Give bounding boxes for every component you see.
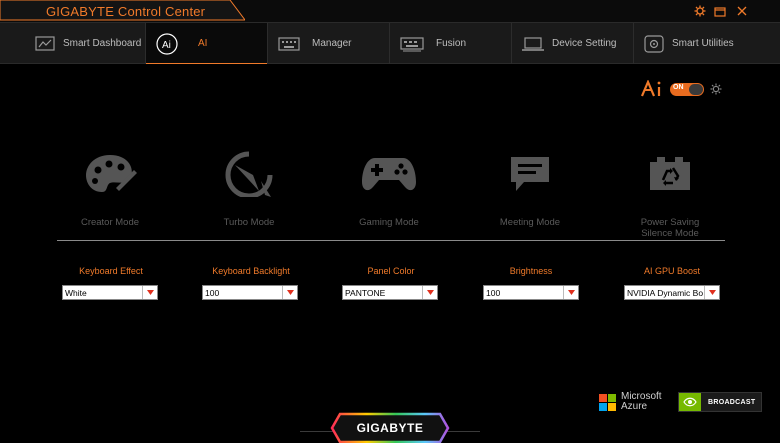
azure-text: Azure [621, 401, 648, 412]
title-bar: GIGABYTE Control Center [0, 0, 780, 22]
ai-icon: Ai [156, 32, 178, 55]
chat-icon [460, 152, 600, 196]
setting-keyboard-effect: Keyboard Effect White [31, 266, 191, 300]
mode-meeting[interactable]: Meeting Mode [460, 152, 600, 228]
svg-text:Ai: Ai [162, 40, 171, 51]
keyboard-effect-select[interactable]: White [62, 285, 158, 300]
microsoft-windows-icon [599, 393, 616, 411]
dropdown-arrow-icon [704, 286, 719, 299]
toggle-state-text: ON [673, 83, 684, 91]
tab-device-setting[interactable]: Device Setting [512, 23, 634, 64]
gigabyte-badge: GIGABYTE [330, 412, 450, 443]
tab-smart-utilities[interactable]: Smart Utilities [634, 23, 780, 64]
tab-label: Manager [312, 38, 352, 49]
restore-window-icon[interactable] [712, 3, 728, 19]
select-value: 100 [486, 288, 501, 298]
toggle-knob [689, 83, 703, 95]
broadcast-text: BROADCAST [708, 398, 756, 406]
utilities-icon [644, 34, 664, 53]
laptop-icon [522, 36, 544, 52]
tab-label: Fusion [436, 38, 467, 49]
section-divider [57, 240, 725, 241]
ai-toggle-switch[interactable]: ON [670, 82, 704, 96]
dropdown-arrow-icon [563, 286, 578, 299]
tab-fusion[interactable]: Fusion [390, 23, 512, 64]
battery-recycle-icon [600, 152, 740, 196]
setting-brightness: Brightness 100 [451, 266, 611, 300]
select-value: 100 [205, 288, 220, 298]
mode-gaming[interactable]: Gaming Mode [319, 152, 459, 228]
setting-label: Keyboard Backlight [212, 266, 290, 276]
app-title: GIGABYTE Control Center [46, 4, 206, 19]
tab-manager[interactable]: Manager [268, 23, 390, 64]
select-value: PANTONE [345, 288, 386, 298]
ai-settings-gear-icon[interactable] [710, 83, 722, 95]
settings-gear-icon[interactable] [692, 3, 708, 19]
ai-panel: ON Creator Mode Turbo Mode Gaming Mode M… [0, 64, 780, 443]
select-value: NVIDIA Dynamic Boost [627, 288, 703, 298]
setting-label: Panel Color [367, 266, 415, 276]
tab-label: Device Setting [552, 38, 617, 49]
select-value: White [65, 288, 87, 298]
nvidia-eye-icon [679, 393, 701, 411]
tab-label: Smart Utilities [672, 38, 734, 49]
dropdown-arrow-icon [422, 286, 437, 299]
tab-label: Smart Dashboard [63, 38, 142, 49]
dropdown-arrow-icon [142, 286, 157, 299]
microsoft-azure-logo: Microsoft Azure [599, 392, 662, 412]
panel-color-select[interactable]: PANTONE [342, 285, 438, 300]
brightness-select[interactable]: 100 [483, 285, 579, 300]
tab-smart-dashboard[interactable]: Smart Dashboard [25, 23, 146, 64]
dashboard-icon [35, 35, 55, 52]
ai-gpu-boost-select[interactable]: NVIDIA Dynamic Boost [624, 285, 720, 300]
ai-switch-group: ON [640, 80, 722, 98]
setting-panel-color: Panel Color PANTONE [311, 266, 471, 300]
mode-power-saving[interactable]: Power Saving Silence Mode [600, 152, 740, 239]
rgb-keyboard-icon [400, 36, 424, 52]
keyboard-backlight-select[interactable]: 100 [202, 285, 298, 300]
setting-ai-gpu-boost: AI GPU Boost NVIDIA Dynamic Boost [592, 266, 752, 300]
mode-label: Power Saving Silence Mode [640, 217, 700, 239]
nvidia-broadcast-logo: BROADCAST [678, 392, 762, 412]
palette-icon [40, 152, 180, 196]
mode-label: Gaming Mode [359, 217, 419, 228]
main-tab-bar: Smart Dashboard Ai AI Manager Fusion Dev… [0, 22, 780, 65]
tab-label: AI [198, 38, 208, 49]
speedometer-icon [179, 151, 319, 197]
gigabyte-brand: GIGABYTE [356, 421, 424, 435]
mode-label: Creator Mode [80, 217, 140, 228]
close-icon[interactable] [734, 3, 750, 19]
mode-label: Turbo Mode [223, 217, 275, 228]
keyboard-icon [278, 36, 300, 52]
setting-keyboard-backlight: Keyboard Backlight 100 [171, 266, 331, 300]
setting-label: Keyboard Effect [79, 266, 143, 276]
gamepad-icon [319, 152, 459, 196]
mode-creator[interactable]: Creator Mode [40, 152, 180, 228]
tab-ai[interactable]: Ai AI [146, 23, 268, 65]
ai-logo-icon [640, 80, 661, 97]
setting-label: Brightness [509, 266, 553, 276]
mode-turbo[interactable]: Turbo Mode [179, 151, 319, 228]
dropdown-arrow-icon [282, 286, 297, 299]
mode-label: Meeting Mode [499, 217, 561, 228]
setting-label: AI GPU Boost [643, 266, 701, 276]
